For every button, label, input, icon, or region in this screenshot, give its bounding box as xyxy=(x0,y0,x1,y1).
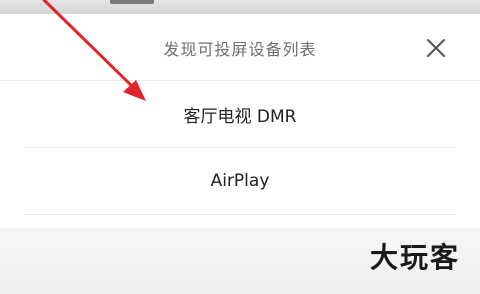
sheet-header: 发现可投屏设备列表 xyxy=(0,14,480,80)
sheet-footer-area: 大玩客 xyxy=(0,228,480,294)
watermark-logo: 大玩客 xyxy=(369,241,460,274)
device-item-airplay[interactable]: AirPlay xyxy=(0,148,480,214)
device-item-living-room-tv[interactable]: 客厅电视 DMR xyxy=(0,81,480,147)
background-app-edge xyxy=(0,0,480,14)
cast-device-sheet: 发现可投屏设备列表 客厅电视 DMR AirPlay 大玩客 xyxy=(0,14,480,294)
device-label: AirPlay xyxy=(210,171,270,191)
background-app-bar xyxy=(110,0,154,4)
sheet-title: 发现可投屏设备列表 xyxy=(163,40,317,59)
close-icon xyxy=(427,39,445,57)
list-divider xyxy=(24,214,456,215)
device-label: 客厅电视 DMR xyxy=(183,106,297,127)
close-button[interactable] xyxy=(424,36,448,60)
